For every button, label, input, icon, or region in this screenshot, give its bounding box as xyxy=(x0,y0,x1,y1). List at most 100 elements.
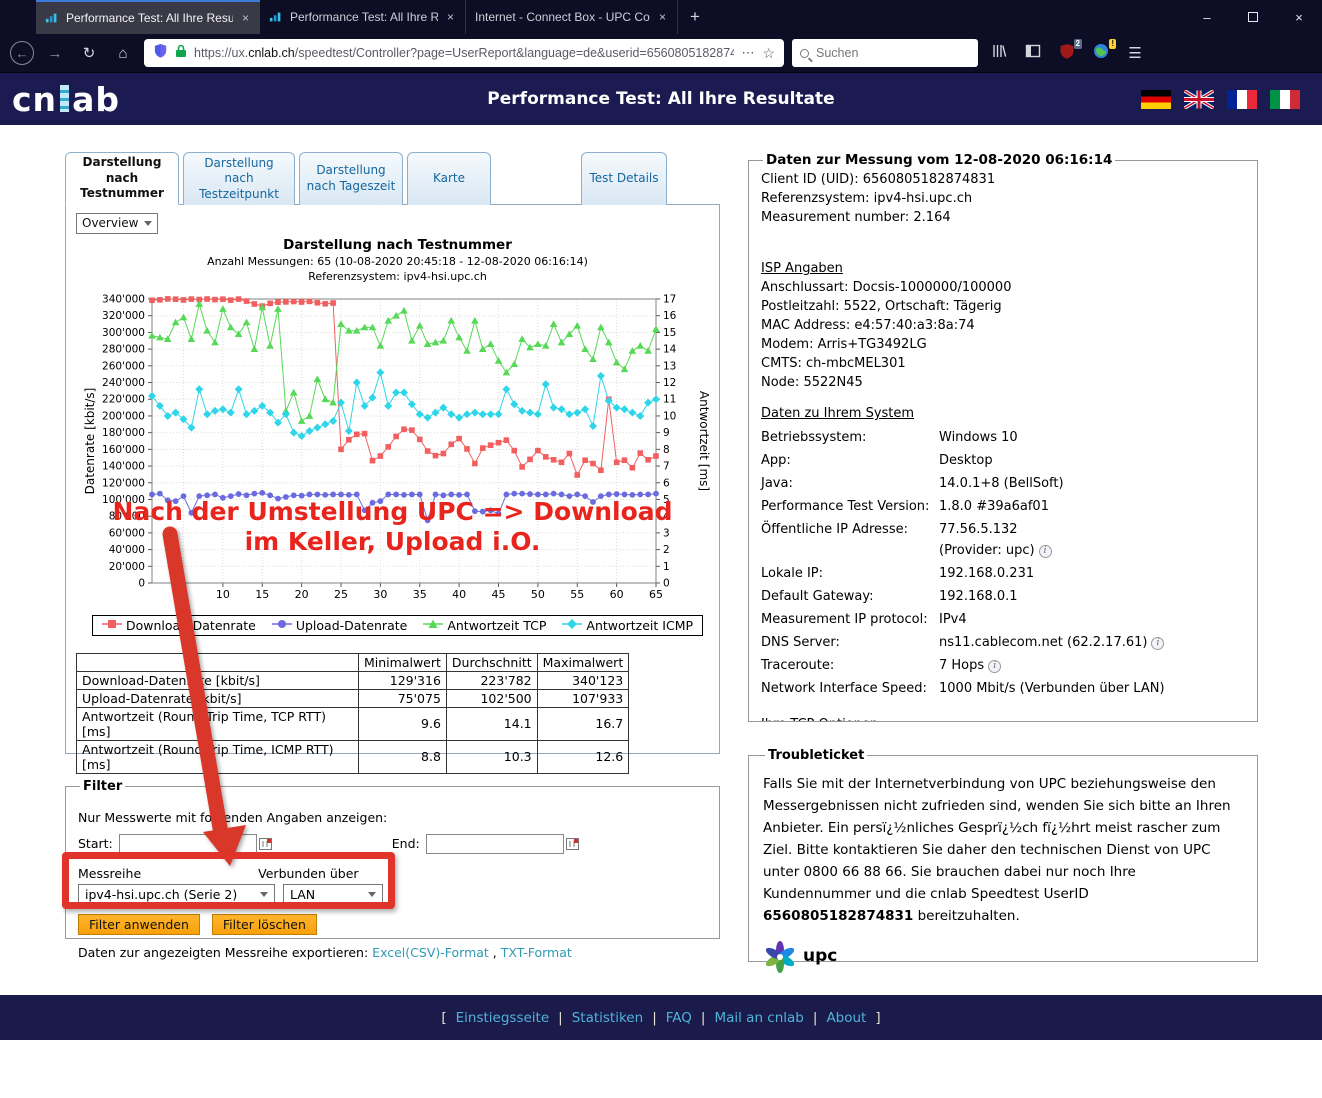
site-footer: [ Einstiegsseite | Statistiken | FAQ | M… xyxy=(0,995,1322,1040)
home-button[interactable]: ⌂ xyxy=(110,45,136,62)
info-icon[interactable]: i xyxy=(1039,545,1052,558)
svg-text:1: 1 xyxy=(663,561,670,573)
chevron-down-icon xyxy=(144,221,152,226)
search-input[interactable]: Suchen xyxy=(792,39,978,67)
svg-text:20'000: 20'000 xyxy=(109,561,145,573)
footer-link-einstiegsseite[interactable]: Einstiegsseite xyxy=(456,1010,550,1026)
svg-text:Datenrate [kbit/s]: Datenrate [kbit/s] xyxy=(83,387,97,494)
tab-close-icon[interactable]: × xyxy=(657,10,668,24)
tab-test-details[interactable]: Test Details xyxy=(581,152,667,205)
svg-text:55: 55 xyxy=(570,588,584,601)
footer-link-mail[interactable]: Mail an cnlab xyxy=(714,1010,803,1026)
browser-tab-2[interactable]: Performance Test: All Ihre Resul × xyxy=(260,0,466,34)
svg-text:16: 16 xyxy=(663,310,677,322)
calendar-icon[interactable] xyxy=(566,838,579,850)
new-tab-button[interactable]: + xyxy=(678,0,712,34)
user-id: 6560805182874831 xyxy=(763,908,913,924)
flag-english-icon[interactable] xyxy=(1184,90,1214,109)
search-placeholder: Suchen xyxy=(816,46,858,60)
view-tabs: Darstellung nach Testnummer Darstellung … xyxy=(65,152,720,205)
tab-karte[interactable]: Karte xyxy=(407,152,491,205)
messreihe-select[interactable]: ipv4-hsi.upc.ch (Serie 2) xyxy=(78,884,275,906)
info-icon[interactable]: i xyxy=(988,660,1001,673)
reload-button[interactable]: ↻ xyxy=(76,44,102,62)
minimize-button[interactable]: – xyxy=(1184,0,1230,34)
svg-text:340'000: 340'000 xyxy=(102,293,145,305)
tab-close-icon[interactable]: × xyxy=(240,11,251,25)
isp-line: CMTS: ch-mbcMEL301 xyxy=(761,354,1245,373)
svg-text:200'000: 200'000 xyxy=(102,410,145,422)
footer-link-about[interactable]: About xyxy=(826,1010,866,1026)
isp-line: Modem: Arris+TG3492LG xyxy=(761,335,1245,354)
svg-text:10: 10 xyxy=(216,588,230,601)
isp-line: Anschlussart: Docsis-1000000/100000 xyxy=(761,278,1245,297)
back-button[interactable]: ← xyxy=(10,41,34,65)
url-bar[interactable]: https://ux.cnlab.ch/speedtest/Controller… xyxy=(144,39,784,67)
tab-darstellung-testnummer[interactable]: Darstellung nach Testnummer xyxy=(65,152,179,205)
bookmark-star-icon[interactable]: ☆ xyxy=(762,45,775,62)
details-column: Daten zur Messung vom 12-08-2020 06:16:1… xyxy=(748,152,1258,962)
filter-clear-button[interactable]: Filter löschen xyxy=(212,914,317,935)
svg-text:45: 45 xyxy=(492,588,506,601)
svg-text:6: 6 xyxy=(663,477,670,489)
verbunden-select[interactable]: LAN xyxy=(283,884,383,906)
svg-text:15: 15 xyxy=(255,588,269,601)
browser-chrome: Performance Test: All Ihre Resul × Perfo… xyxy=(0,0,1322,73)
start-date-input[interactable] xyxy=(119,834,257,854)
tab-darstellung-testzeitpunkt[interactable]: Darstellung nach Testzeitpunkt xyxy=(183,152,295,205)
footer-link-faq[interactable]: FAQ xyxy=(666,1010,692,1026)
svg-text:320'000: 320'000 xyxy=(102,310,145,322)
svg-text:30: 30 xyxy=(373,588,387,601)
svg-text:7: 7 xyxy=(663,460,670,472)
flag-italian-icon[interactable] xyxy=(1270,90,1300,109)
svg-text:17: 17 xyxy=(663,293,676,305)
sidebar-icon[interactable] xyxy=(1020,43,1046,63)
maximize-button[interactable] xyxy=(1230,0,1276,34)
svg-text:5: 5 xyxy=(663,494,670,506)
measurement-legend: Daten zur Messung vom 12-08-2020 06:16:1… xyxy=(763,152,1115,168)
svg-text:13: 13 xyxy=(663,360,676,372)
https-lock-icon[interactable] xyxy=(175,44,187,63)
site-header: cnab Performance Test: All Ihre Resultat… xyxy=(0,73,1322,125)
export-txt-link[interactable]: TXT-Format xyxy=(501,945,572,960)
overview-select[interactable]: Overview xyxy=(76,213,158,234)
svg-text:10: 10 xyxy=(663,410,676,422)
chart-title: Darstellung nach Testnummer xyxy=(76,237,719,253)
ublock-icon[interactable]: 2 xyxy=(1054,43,1080,63)
svg-text:0: 0 xyxy=(138,577,145,589)
library-icon[interactable] xyxy=(986,43,1012,63)
footer-link-statistiken[interactable]: Statistiken xyxy=(572,1010,643,1026)
svg-text:3: 3 xyxy=(663,527,670,539)
vpn-globe-icon[interactable]: ! xyxy=(1088,43,1114,63)
page-actions-icon[interactable]: ⋯ xyxy=(741,45,755,61)
cnlab-favicon-icon xyxy=(269,10,283,24)
system-row: Performance Test Version:1.8.0 #39a6af01 xyxy=(761,498,1245,515)
results-column: Darstellung nach Testnummer Darstellung … xyxy=(65,152,720,939)
tab-darstellung-tageszeit[interactable]: Darstellung nach Tageszeit xyxy=(299,152,403,205)
url-text: https://ux.cnlab.ch/speedtest/Controller… xyxy=(194,44,734,62)
browser-tab-3[interactable]: Internet - Connect Box - UPC Com × xyxy=(466,0,678,34)
browser-tab-1[interactable]: Performance Test: All Ihre Resul × xyxy=(36,0,260,34)
system-row: Traceroute:7 Hopsi xyxy=(761,657,1245,674)
flag-german-icon[interactable] xyxy=(1141,90,1171,109)
end-date-input[interactable] xyxy=(426,834,564,854)
filter-apply-button[interactable]: Filter anwenden xyxy=(78,914,200,935)
calendar-icon[interactable] xyxy=(259,838,272,850)
tracking-shield-icon[interactable] xyxy=(153,43,168,63)
info-icon[interactable]: i xyxy=(1151,637,1164,650)
stats-table: Minimalwert Durchschnitt Maximalwert Dow… xyxy=(76,653,629,774)
tab-close-icon[interactable]: × xyxy=(445,10,456,24)
menu-icon[interactable]: ☰ xyxy=(1122,44,1148,62)
upc-flower-icon xyxy=(763,939,797,973)
svg-text:0: 0 xyxy=(663,577,670,589)
svg-text:14: 14 xyxy=(663,343,677,355)
svg-text:4: 4 xyxy=(663,510,670,522)
chart-subtitle2: Referenzsystem: ipv4-hsi.upc.ch xyxy=(76,270,719,283)
export-csv-link[interactable]: Excel(CSV)-Format xyxy=(372,945,489,960)
svg-text:9: 9 xyxy=(663,427,670,439)
chevron-down-icon xyxy=(260,892,268,897)
start-label: Start: xyxy=(78,836,113,851)
close-button[interactable]: × xyxy=(1276,0,1322,34)
forward-button[interactable]: → xyxy=(42,45,68,62)
flag-french-icon[interactable] xyxy=(1227,90,1257,109)
